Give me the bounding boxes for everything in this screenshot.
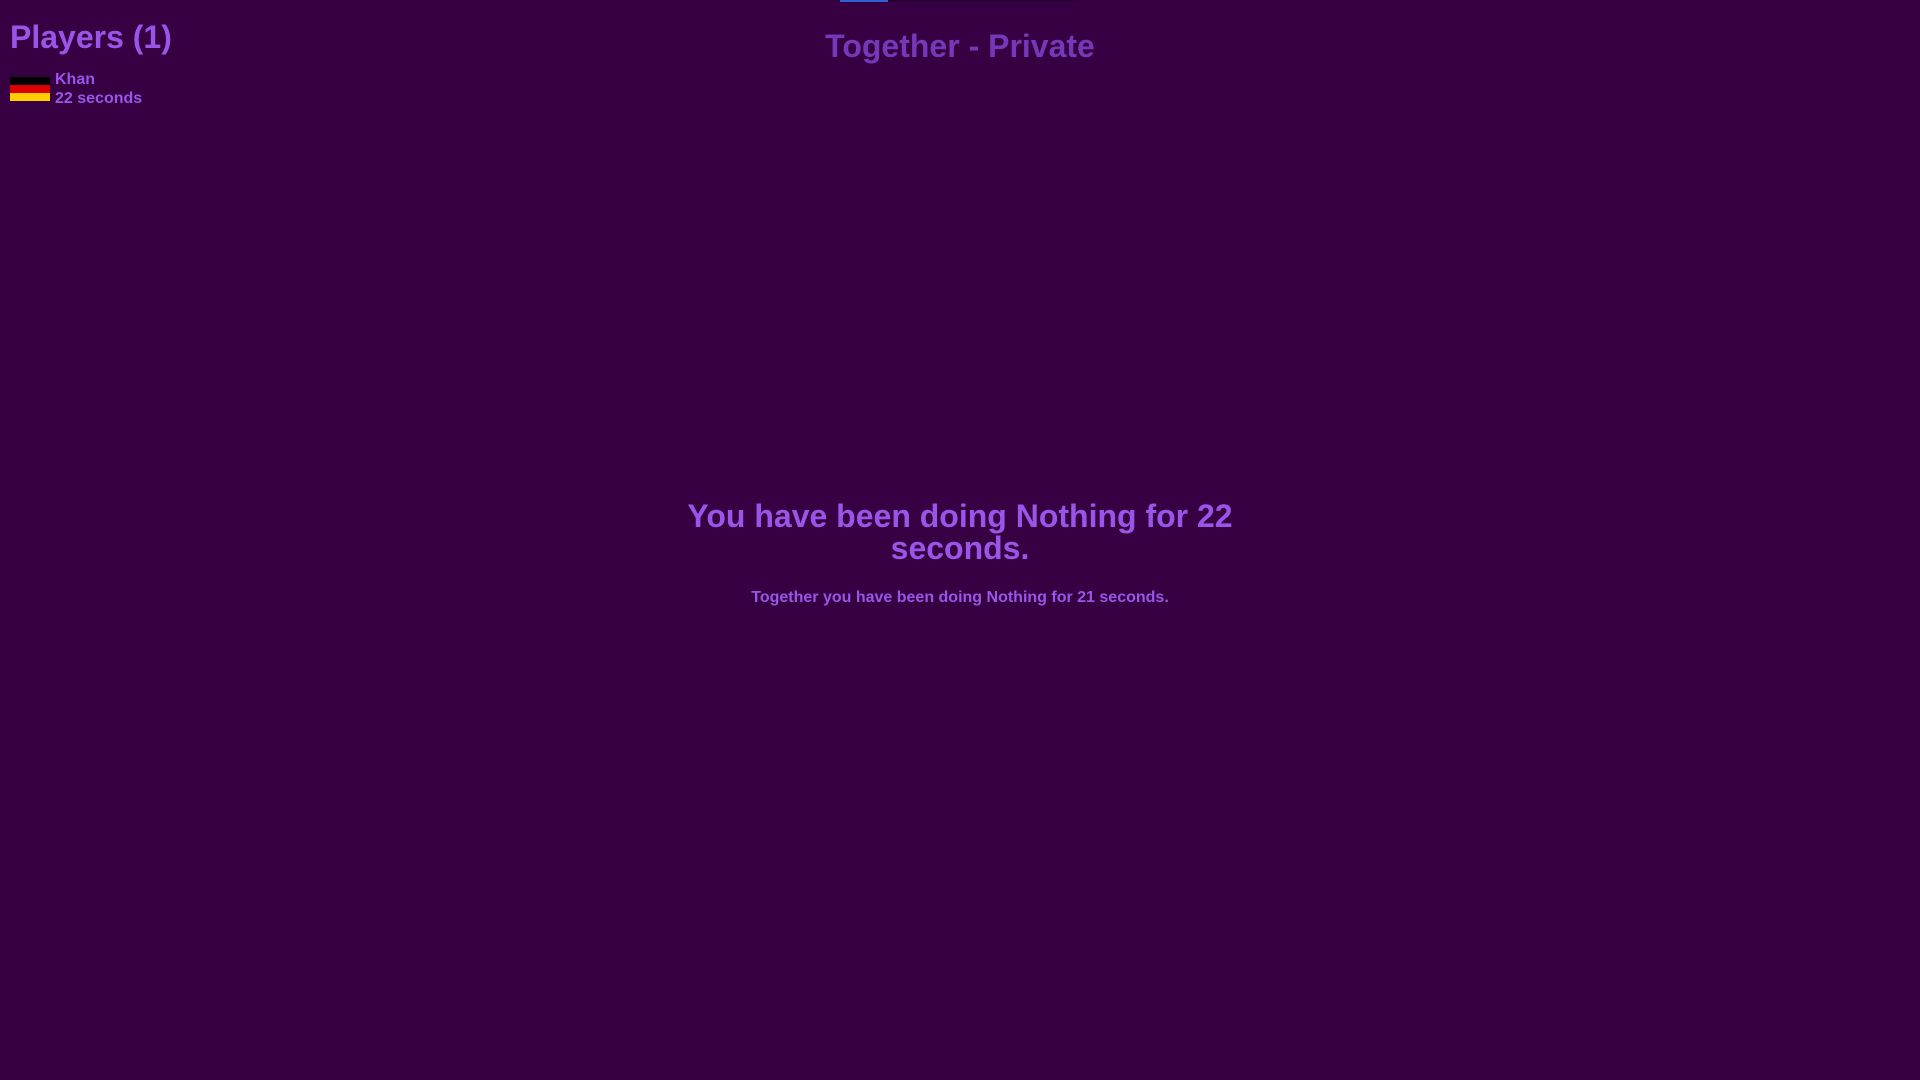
germany-flag-icon <box>10 77 50 101</box>
status-block: You have been doing Nothing for 22 secon… <box>0 500 1920 608</box>
player-row: Khan 22 seconds <box>10 70 172 108</box>
top-progress-fill <box>840 0 888 2</box>
player-name: Khan <box>55 71 95 88</box>
sub-message: Together you have been doing Nothing for… <box>751 589 1169 606</box>
room-title: Together - Private <box>825 28 1095 64</box>
player-time: 22 seconds <box>55 90 143 107</box>
main-message: You have been doing Nothing for 22 secon… <box>687 498 1233 566</box>
page: Players (1) Khan 22 seconds Together - P… <box>0 0 1920 1080</box>
top-progress-bar <box>840 0 1080 2</box>
player-info: Khan 22 seconds <box>55 70 142 108</box>
